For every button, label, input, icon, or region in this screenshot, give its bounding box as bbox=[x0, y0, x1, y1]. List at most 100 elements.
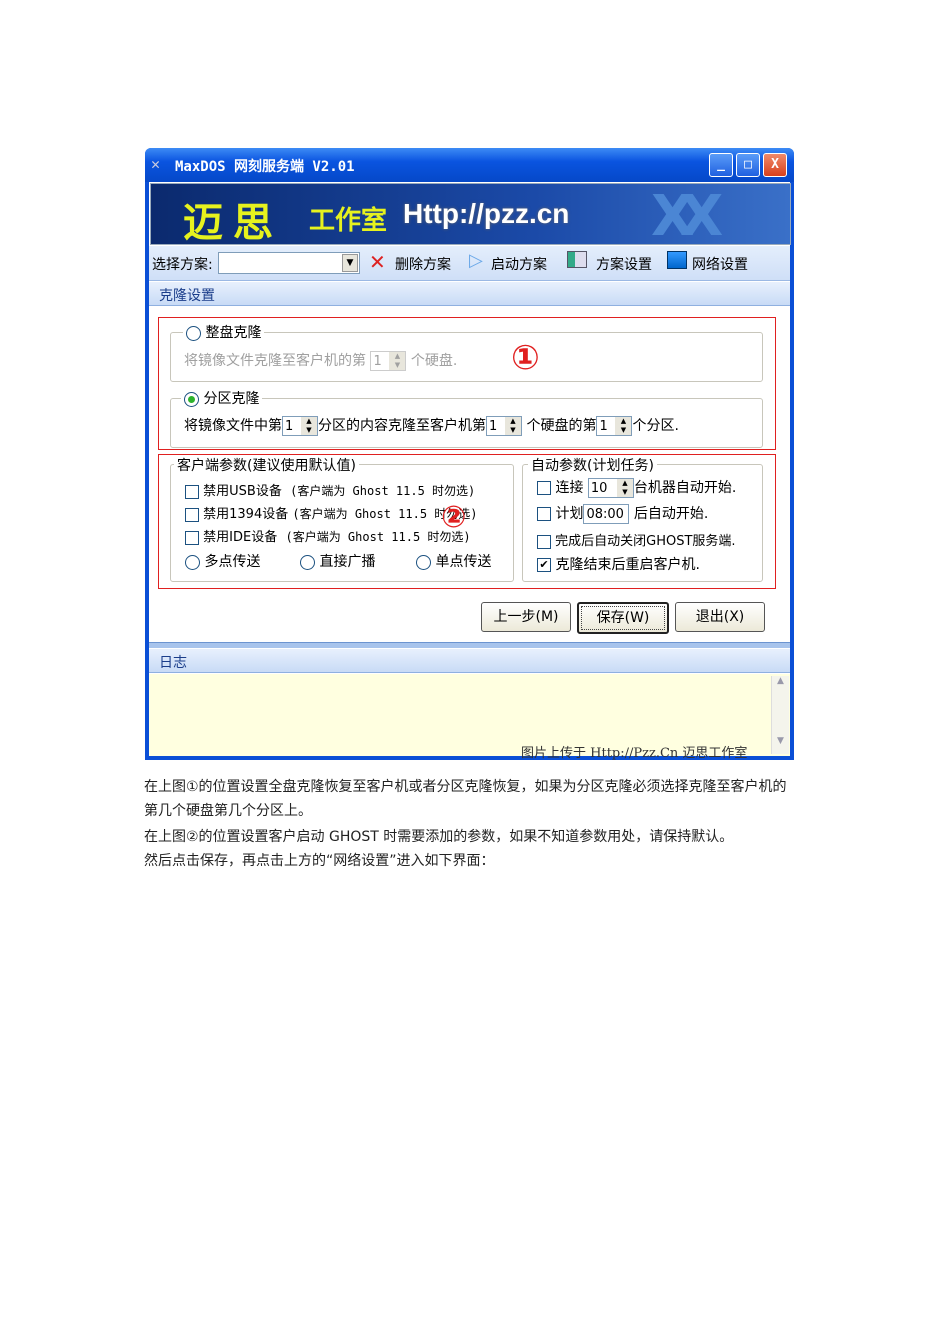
delete-scheme-button[interactable]: 删除方案 bbox=[395, 254, 451, 274]
option-label: 禁用USB设备 bbox=[203, 484, 282, 499]
checkbox[interactable] bbox=[537, 507, 551, 521]
target-disk-spinner[interactable]: 1 ▲ ▼ bbox=[486, 416, 522, 436]
marker-2: ② bbox=[441, 500, 467, 535]
plan-label: 计划 bbox=[555, 506, 584, 522]
network-icon bbox=[667, 251, 687, 269]
app-icon: ✕ bbox=[151, 155, 161, 173]
spinner-value: 1 bbox=[373, 354, 382, 369]
save-button[interactable]: 保存(W) bbox=[577, 602, 669, 634]
log-scrollbar[interactable]: ▲ ▼ bbox=[771, 676, 789, 754]
minimize-button[interactable]: _ bbox=[709, 153, 733, 177]
mode-multicast[interactable]: 多点传送 bbox=[185, 551, 260, 571]
whole-disk-label: 整盘克隆 bbox=[205, 325, 262, 341]
log-header: 日志 bbox=[149, 649, 790, 673]
scroll-up-icon[interactable]: ▲ bbox=[772, 676, 789, 686]
app-window: ✕ MaxDOS 网刻服务端 V2.01 _ □ X 迈思 工作室 Http:/… bbox=[145, 148, 794, 761]
paragraph-3: 然后点击保存，再点击上方的“网络设置”进入如下界面： bbox=[144, 853, 495, 869]
client-option-usb[interactable]: 禁用USB设备 (客户端为 Ghost 11.5 时勿选) bbox=[185, 480, 475, 499]
whole-disk-text: 将镜像文件克隆至客户机的第 bbox=[184, 353, 366, 369]
reboot-label: 克隆结束后重启客户机. bbox=[555, 557, 700, 573]
splitter[interactable] bbox=[149, 642, 790, 648]
partition-text-4: 个分区. bbox=[632, 418, 679, 434]
checkbox[interactable] bbox=[185, 530, 199, 545]
delete-icon: ✕ bbox=[369, 250, 386, 274]
spinner-arrows-icon[interactable]: ▲ ▼ bbox=[301, 417, 317, 435]
whole-disk-radio[interactable]: 整盘克隆 bbox=[183, 322, 265, 342]
client-option-1394[interactable]: 禁用1394设备 (客户端为 Ghost 11.5 时勿选) bbox=[185, 503, 478, 522]
checkbox[interactable] bbox=[185, 484, 199, 499]
auto-plan-row: 计划 08:00 后自动开始. bbox=[537, 503, 708, 524]
spinner-arrows-icon[interactable]: ▲ ▼ bbox=[505, 417, 521, 435]
toolbar: 选择方案: ▼ ✕ 删除方案 ▷ 启动方案 方案设置 网络设置 bbox=[149, 246, 790, 281]
checkbox[interactable] bbox=[537, 534, 551, 549]
client-area: 迈思 工作室 Http://pzz.cn XX 选择方案: ▼ ✕ 删除方案 ▷… bbox=[149, 182, 791, 761]
paragraph-1b: 第几个硬盘第几个分区上。 bbox=[144, 803, 312, 819]
partition-text-2: 分区的内容克隆至客户机第 bbox=[318, 418, 486, 434]
mode-label: 单点传送 bbox=[435, 554, 492, 570]
watermark: 图片上传于 Http://Pzz.Cn 迈思工作室 bbox=[521, 746, 748, 761]
whole-disk-row: 将镜像文件克隆至客户机的第 1 ▲ ▼ 个硬盘. bbox=[184, 350, 457, 371]
scheme-select[interactable]: ▼ bbox=[218, 252, 360, 274]
radio-icon[interactable] bbox=[185, 554, 200, 570]
auto-reboot[interactable]: ✔ 克隆结束后重启客户机. bbox=[537, 554, 700, 574]
page: ✕ MaxDOS 网刻服务端 V2.01 _ □ X 迈思 工作室 Http:/… bbox=[0, 0, 950, 1344]
target-partition-spinner[interactable]: 1 ▲ ▼ bbox=[596, 416, 633, 436]
plan-time-input[interactable]: 08:00 bbox=[583, 504, 630, 524]
banner-studio: 工作室 bbox=[309, 206, 388, 236]
scheme-settings-button[interactable]: 方案设置 bbox=[596, 254, 652, 274]
auto-close-server[interactable]: 完成后自动关闭GHOST服务端. bbox=[537, 530, 736, 549]
window-title: MaxDOS 网刻服务端 V2.01 bbox=[175, 159, 355, 175]
radio-icon[interactable] bbox=[186, 325, 201, 341]
start-scheme-button[interactable]: 启动方案 bbox=[491, 254, 547, 274]
title-bar[interactable]: ✕ MaxDOS 网刻服务端 V2.01 _ □ X bbox=[145, 148, 794, 182]
source-partition-spinner[interactable]: 1 ▲ ▼ bbox=[282, 416, 318, 436]
exit-button[interactable]: 退出(X) bbox=[675, 602, 765, 632]
mode-label: 直接广播 bbox=[319, 554, 376, 570]
banner-url: Http://pzz.cn bbox=[403, 198, 570, 229]
banner-name: 迈思 bbox=[183, 200, 283, 246]
client-option-ide[interactable]: 禁用IDE设备 (客户端为 Ghost 11.5 时勿选) bbox=[185, 526, 471, 545]
mode-unicast[interactable]: 单点传送 bbox=[416, 551, 491, 571]
network-settings-button[interactable]: 网络设置 bbox=[692, 254, 748, 274]
scroll-down-icon[interactable]: ▼ bbox=[772, 736, 789, 746]
option-label: 禁用IDE设备 bbox=[203, 530, 278, 545]
whole-disk-text-2: 个硬盘. bbox=[410, 353, 458, 369]
paragraph-1: 在上图①的位置设置全盘克隆恢复至客户机或者分区克隆恢复，如果为分区克隆必须选择克… bbox=[144, 779, 787, 795]
maximize-button[interactable]: □ bbox=[736, 153, 760, 177]
radio-icon[interactable] bbox=[416, 554, 431, 570]
scheme-select-label: 选择方案: bbox=[152, 257, 213, 273]
clone-settings-header: 克隆设置 bbox=[149, 282, 790, 306]
radio-icon[interactable] bbox=[184, 391, 199, 407]
spinner-arrows-icon[interactable]: ▲ ▼ bbox=[616, 479, 633, 497]
auto-params-legend: 自动参数(计划任务) bbox=[528, 455, 657, 475]
clone-settings-title: 克隆设置 bbox=[159, 288, 215, 304]
partition-radio[interactable]: 分区克隆 bbox=[181, 388, 263, 408]
plan-post-label: 后自动开始. bbox=[633, 506, 709, 522]
paragraph-2: 在上图②的位置设置客户启动 GHOST 时需要添加的参数，如果不知道参数用处，请… bbox=[144, 829, 734, 845]
option-label: 禁用1394设备 bbox=[203, 507, 289, 522]
spinner-value: 10 bbox=[590, 481, 608, 496]
radio-icon[interactable] bbox=[300, 554, 315, 570]
partition-label: 分区克隆 bbox=[203, 391, 260, 407]
checkbox[interactable] bbox=[185, 507, 199, 522]
spinner-arrows-icon[interactable]: ▲ ▼ bbox=[615, 417, 632, 435]
prev-button[interactable]: 上一步(M) bbox=[481, 602, 571, 632]
play-icon: ▷ bbox=[469, 250, 483, 271]
connect-post-label: 台机器自动开始. bbox=[633, 480, 737, 496]
chevron-down-icon[interactable]: ▼ bbox=[342, 254, 358, 272]
spinner-arrows-icon: ▲ ▼ bbox=[389, 352, 406, 370]
scheme-settings-icon bbox=[567, 251, 587, 268]
spinner-value: 1 bbox=[489, 419, 498, 434]
checkbox-checked[interactable]: ✔ bbox=[537, 558, 551, 572]
marker-1: ① bbox=[511, 338, 540, 378]
log-title: 日志 bbox=[159, 655, 187, 671]
close-button[interactable]: X bbox=[763, 153, 787, 177]
partition-text-3: 个硬盘的第 bbox=[526, 418, 597, 434]
banner-logo: XX bbox=[651, 184, 723, 249]
mode-broadcast[interactable]: 直接广播 bbox=[300, 551, 375, 571]
auto-connect-row: 连接 10 ▲ ▼ 台机器自动开始. bbox=[537, 477, 736, 498]
close-server-label: 完成后自动关闭GHOST服务端. bbox=[555, 534, 736, 549]
checkbox[interactable] bbox=[537, 481, 551, 495]
mode-label: 多点传送 bbox=[204, 554, 261, 570]
connect-count-spinner[interactable]: 10 ▲ ▼ bbox=[587, 478, 634, 498]
